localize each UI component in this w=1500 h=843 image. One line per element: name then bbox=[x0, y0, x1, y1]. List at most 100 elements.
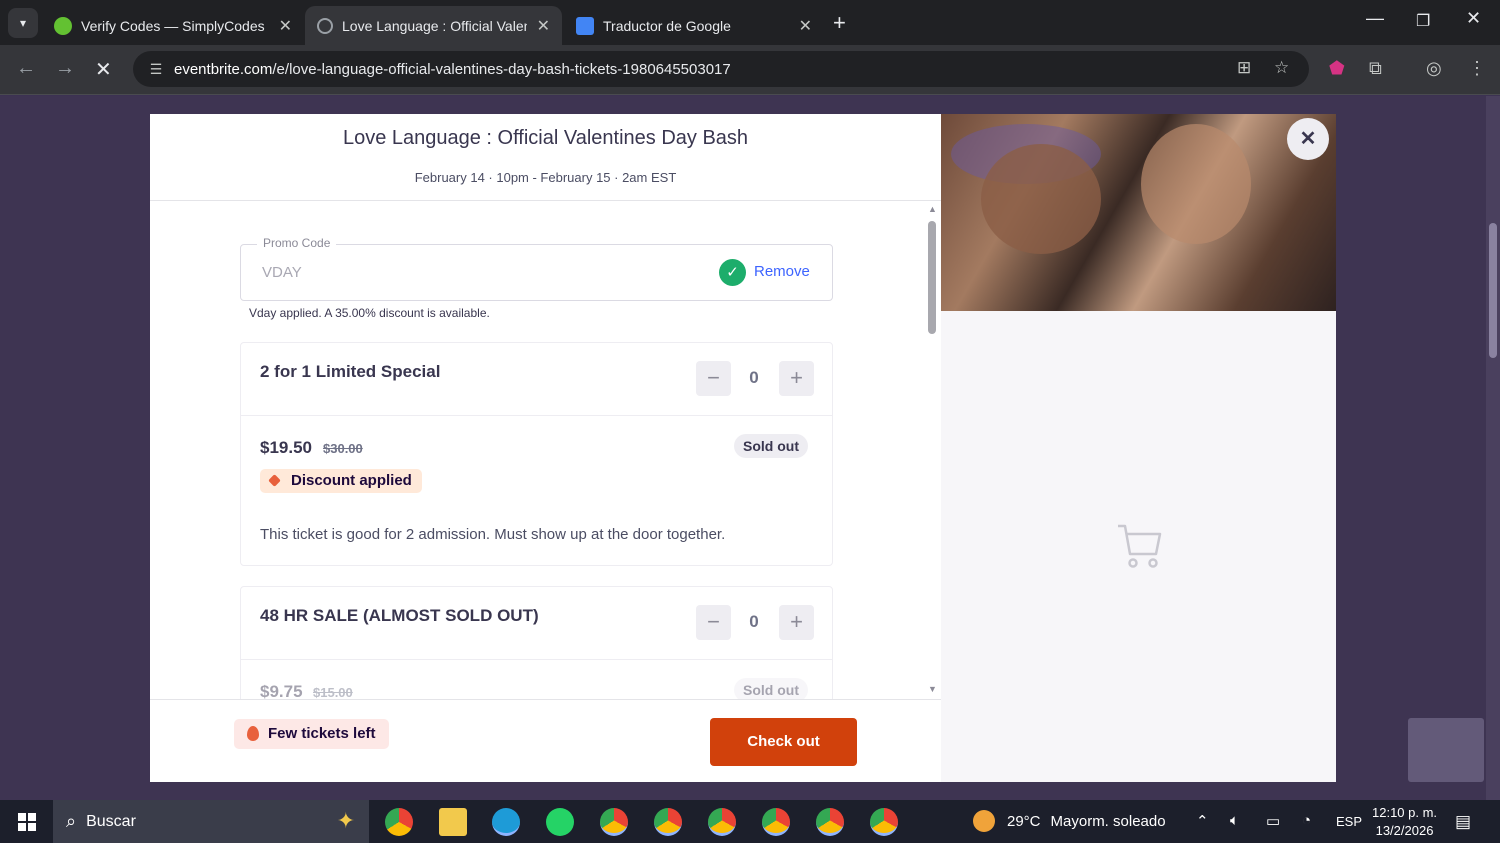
order-summary-panel: ✕ bbox=[941, 114, 1336, 782]
chrome-icon[interactable] bbox=[385, 808, 413, 836]
input-language[interactable]: ESP bbox=[1336, 814, 1362, 829]
increase-quantity-button[interactable]: + bbox=[779, 361, 814, 396]
event-photo bbox=[941, 114, 1336, 311]
sold-out-badge: Sold out bbox=[734, 434, 808, 458]
original-price: $15.00 bbox=[313, 685, 353, 699]
ticket-price: $9.75 bbox=[260, 682, 303, 699]
tab-strip: ▾ Verify Codes — SimplyCodes ✕ Love Lang… bbox=[0, 0, 1500, 45]
checkout-button[interactable]: Check out bbox=[710, 718, 857, 766]
modal-header: Love Language : Official Valentines Day … bbox=[150, 114, 941, 201]
google-translate-favicon-icon bbox=[576, 16, 594, 35]
taskbar: ⌕ Buscar ✦ 29°C Mayorm. soleado ⌃ 🔈︎ ▭ ◔… bbox=[0, 800, 1500, 843]
tab-title: Traductor de Google bbox=[603, 17, 731, 34]
event-title: Love Language : Official Valentines Day … bbox=[342, 127, 749, 149]
bookmark-star-icon[interactable]: ☆ bbox=[1274, 58, 1289, 78]
whatsapp-icon[interactable] bbox=[546, 808, 574, 836]
event-date: February 14 · 10pm - February 15 · 2am E… bbox=[414, 170, 677, 185]
menu-kebab-icon[interactable]: ⋮ bbox=[1468, 58, 1486, 79]
volume-icon[interactable]: 🔈︎ bbox=[1230, 812, 1239, 829]
promo-code-label: Promo Code bbox=[257, 236, 337, 250]
close-tab-icon[interactable]: ✕ bbox=[537, 16, 550, 36]
url-text[interactable]: eventbrite.com/e/love-language-official-… bbox=[174, 61, 731, 78]
tab-eventbrite[interactable]: Love Language : Official Valentines Day … bbox=[305, 6, 562, 45]
browser-toolbar: ← → ✕ ☰ eventbrite.com/e/love-language-o… bbox=[0, 45, 1500, 95]
new-tab-icon[interactable]: + bbox=[833, 10, 846, 36]
tab-title: Love Language : Official Valentines Day … bbox=[342, 17, 527, 34]
back-icon[interactable]: ← bbox=[16, 57, 36, 80]
weather-temperature: 29°C bbox=[1007, 812, 1041, 830]
ticket-price: $19.50 bbox=[260, 438, 312, 457]
chrome-active-profile-icon[interactable] bbox=[762, 808, 790, 836]
stop-loading-icon[interactable]: ✕ bbox=[95, 57, 112, 82]
discount-applied-badge: Discount applied bbox=[260, 469, 422, 493]
check-icon: ✓ bbox=[719, 259, 746, 286]
weather-sun-icon bbox=[973, 810, 995, 832]
chrome-profile-c-icon[interactable] bbox=[600, 808, 628, 836]
chrome-profile-c2-icon[interactable] bbox=[654, 808, 682, 836]
chrome-profile-g-icon[interactable] bbox=[870, 808, 898, 836]
wifi-icon[interactable]: ◔ bbox=[1302, 812, 1311, 829]
close-modal-button[interactable]: ✕ bbox=[1287, 118, 1329, 160]
promo-code-value[interactable]: VDAY bbox=[262, 264, 302, 281]
original-price: $30.00 bbox=[323, 441, 363, 456]
loading-favicon-icon bbox=[317, 17, 333, 34]
ticket-list-scrollbar[interactable]: ▲ ▼ bbox=[924, 202, 941, 699]
ticket-name: 2 for 1 Limited Special bbox=[260, 362, 441, 381]
scroll-down-icon[interactable]: ▼ bbox=[928, 684, 937, 694]
taskbar-clock[interactable]: 12:10 p. m. 13/2/2026 bbox=[1372, 804, 1437, 840]
minimize-icon[interactable]: — bbox=[1366, 8, 1384, 29]
empty-cart-icon bbox=[1118, 524, 1162, 568]
increase-quantity-button[interactable]: + bbox=[779, 605, 814, 640]
ticket-list[interactable]: Promo Code VDAY ✓ Remove Vday applied. A… bbox=[150, 202, 941, 699]
weather-description: Mayorm. soleado bbox=[1050, 812, 1166, 830]
show-hidden-icons-chevron-icon[interactable]: ⌃ bbox=[1196, 812, 1209, 830]
chrome-profile-p-icon[interactable] bbox=[708, 808, 736, 836]
promo-applied-message: Vday applied. A 35.00% discount is avail… bbox=[249, 306, 490, 320]
tab-simplycodes[interactable]: Verify Codes — SimplyCodes ✕ bbox=[42, 6, 304, 45]
notifications-icon[interactable]: ▤ bbox=[1455, 812, 1471, 832]
forward-icon[interactable]: → bbox=[55, 57, 75, 80]
simplycodes-favicon-icon bbox=[54, 16, 72, 35]
battery-icon[interactable]: ▭ bbox=[1266, 812, 1280, 830]
remove-promo-link[interactable]: Remove bbox=[754, 263, 810, 280]
chrome-profile-s-icon[interactable] bbox=[816, 808, 844, 836]
profile-icon[interactable]: ◎ bbox=[1426, 58, 1442, 79]
decrease-quantity-button[interactable]: − bbox=[696, 605, 731, 640]
window-close-icon[interactable]: ✕ bbox=[1466, 8, 1481, 29]
site-info-icon[interactable]: ☰ bbox=[141, 61, 171, 78]
file-explorer-icon[interactable] bbox=[439, 808, 467, 836]
restore-icon[interactable]: ❐ bbox=[1416, 11, 1430, 31]
quantity-value: 0 bbox=[749, 368, 759, 387]
few-tickets-left-badge: Few tickets left bbox=[234, 719, 389, 749]
decrease-quantity-button[interactable]: − bbox=[696, 361, 731, 396]
checkout-panel: Love Language : Official Valentines Day … bbox=[150, 114, 941, 782]
scroll-up-icon[interactable]: ▲ bbox=[928, 204, 937, 214]
taskbar-search[interactable]: ⌕ Buscar ✦ bbox=[53, 800, 369, 843]
page-background: Love Language : Official Valentines Day … bbox=[0, 96, 1500, 800]
tab-title: Verify Codes — SimplyCodes bbox=[81, 17, 265, 34]
windows-start-icon[interactable] bbox=[18, 813, 36, 831]
taskbar-search-placeholder: Buscar bbox=[86, 812, 136, 830]
ticket-checkout-modal: Love Language : Official Valentines Day … bbox=[150, 114, 1336, 782]
promo-code-field[interactable]: Promo Code VDAY ✓ Remove bbox=[240, 236, 833, 301]
quantity-stepper: − 0 + bbox=[696, 605, 814, 641]
translate-icon[interactable]: ⊞ bbox=[1237, 58, 1251, 78]
address-bar[interactable]: ☰ eventbrite.com/e/love-language-officia… bbox=[133, 51, 1309, 87]
ticket-card: 48 HR SALE (ALMOST SOLD OUT) − 0 + $9.75… bbox=[240, 586, 833, 699]
tab-google-translate[interactable]: Traductor de Google ✕ bbox=[564, 6, 824, 45]
close-tab-icon[interactable]: ✕ bbox=[799, 16, 812, 36]
search-icon: ⌕ bbox=[66, 811, 77, 831]
ticket-description: This ticket is good for 2 admission. Mus… bbox=[260, 526, 726, 543]
copilot-sparkle-icon[interactable]: ✦ bbox=[337, 808, 355, 834]
page-scrollbar[interactable] bbox=[1486, 96, 1500, 800]
sold-out-badge: Sold out bbox=[734, 678, 808, 699]
close-tab-icon[interactable]: ✕ bbox=[279, 16, 292, 36]
ticket-card: 2 for 1 Limited Special − 0 + $19.50 $30… bbox=[240, 342, 833, 566]
extension-shield-icon[interactable]: ⬟ bbox=[1329, 58, 1345, 79]
edge-icon[interactable] bbox=[492, 808, 520, 836]
weather-widget[interactable]: 29°C Mayorm. soleado bbox=[973, 810, 1166, 832]
recaptcha-badge[interactable] bbox=[1408, 718, 1484, 782]
modal-footer: Few tickets left Check out bbox=[150, 699, 941, 782]
extensions-puzzle-icon[interactable]: ⧉ bbox=[1369, 58, 1382, 79]
tab-search-button[interactable]: ▾ bbox=[8, 7, 38, 38]
